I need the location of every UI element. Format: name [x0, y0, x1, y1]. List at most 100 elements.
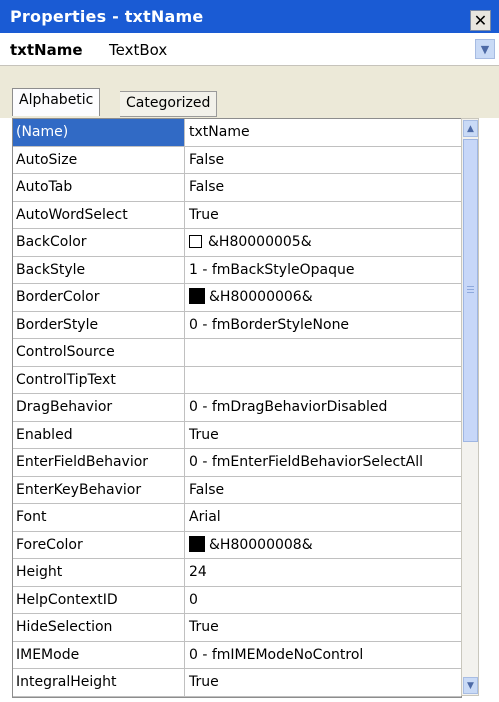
property-value[interactable]: 0: [185, 587, 461, 614]
property-row[interactable]: BackColor &H80000005&: [13, 229, 461, 257]
property-value-text: txtName: [189, 124, 250, 140]
property-name[interactable]: HideSelection: [13, 614, 185, 641]
property-value[interactable]: 0 - fmIMEModeNoControl: [185, 642, 461, 669]
property-row[interactable]: EnterKeyBehavior False: [13, 476, 461, 504]
tab-categorized[interactable]: Categorized: [120, 91, 218, 117]
property-value[interactable]: [185, 339, 461, 366]
property-row[interactable]: (Name) txtName: [13, 119, 461, 147]
property-row[interactable]: HelpContextID 0: [13, 586, 461, 614]
grip-icon: [467, 286, 474, 295]
property-row[interactable]: Height 24: [13, 559, 461, 587]
property-row[interactable]: BackStyle 1 - fmBackStyleOpaque: [13, 256, 461, 284]
color-swatch: [189, 535, 205, 552]
property-value-text: 0: [189, 591, 198, 608]
property-value-text: &H80000008&: [209, 536, 313, 553]
scroll-thumb[interactable]: [463, 139, 478, 442]
property-name[interactable]: EnterKeyBehavior: [13, 476, 185, 503]
property-value[interactable]: True: [185, 422, 461, 449]
property-name[interactable]: Font: [13, 504, 185, 531]
property-value[interactable]: &H80000006&: [185, 284, 461, 311]
property-value[interactable]: 1 - fmBackStyleOpaque: [185, 257, 461, 284]
property-value[interactable]: 0 - fmBorderStyleNone: [185, 312, 461, 339]
property-value-text: 0 - fmIMEModeNoControl: [189, 646, 364, 663]
property-row[interactable]: ControlTipText: [13, 366, 461, 394]
property-value[interactable]: True: [185, 669, 461, 696]
property-row[interactable]: EnterFieldBehavior 0 - fmEnterFieldBehavi…: [13, 449, 461, 477]
window-title: Properties - txtName: [10, 7, 204, 26]
property-value-text: True: [189, 206, 219, 223]
scroll-down-button[interactable]: ▼: [463, 677, 478, 694]
property-value[interactable]: False: [185, 477, 461, 504]
title-bar: Properties - txtName ✕: [0, 0, 499, 33]
property-name[interactable]: BorderStyle: [13, 311, 185, 338]
scroll-up-button[interactable]: ▲: [463, 120, 478, 137]
property-name[interactable]: AutoTab: [13, 174, 185, 201]
tab-alphabetic[interactable]: Alphabetic: [12, 88, 101, 116]
property-name[interactable]: BackStyle: [13, 256, 185, 283]
object-dropdown-button[interactable]: ▼: [475, 39, 495, 59]
property-name[interactable]: Enabled: [13, 421, 185, 448]
property-row[interactable]: BorderStyle 0 - fmBorderStyleNone: [13, 311, 461, 339]
property-name[interactable]: ForeColor: [13, 531, 185, 558]
property-row[interactable]: BorderColor &H80000006&: [13, 284, 461, 312]
arrow-down-icon: ▼: [467, 680, 474, 691]
chevron-down-icon: ▼: [480, 42, 490, 56]
property-value-text: Arial: [189, 509, 221, 525]
property-value[interactable]: [185, 367, 461, 394]
property-name[interactable]: ControlTipText: [13, 366, 185, 393]
property-name[interactable]: HelpContextID: [13, 586, 185, 613]
property-name[interactable]: AutoWordSelect: [13, 201, 185, 228]
property-name[interactable]: DragBehavior: [13, 394, 185, 421]
close-icon: ✕: [473, 11, 488, 30]
property-value[interactable]: 24: [185, 559, 461, 586]
property-row[interactable]: IMEMode 0 - fmIMEModeNoControl: [13, 641, 461, 669]
color-swatch: [189, 235, 202, 248]
property-row[interactable]: AutoWordSelect True: [13, 201, 461, 229]
property-row[interactable]: Enabled True: [13, 421, 461, 449]
property-value-text: 0 - fmDragBehaviorDisabled: [189, 399, 388, 415]
property-row[interactable]: ControlSource: [13, 339, 461, 367]
property-value-text: True: [189, 426, 219, 443]
property-name[interactable]: BackColor: [13, 229, 185, 256]
vertical-scrollbar[interactable]: ▲ ▼: [461, 118, 479, 696]
property-row[interactable]: DragBehavior 0 - fmDragBehaviorDisabled: [13, 394, 461, 422]
property-row[interactable]: IntegralHeight True: [13, 669, 461, 697]
property-name[interactable]: AutoSize: [13, 146, 185, 173]
property-value[interactable]: txtName: [185, 119, 461, 146]
property-row[interactable]: HideSelection True: [13, 614, 461, 642]
property-row[interactable]: AutoTab False: [13, 174, 461, 202]
property-value[interactable]: 0 - fmEnterFieldBehaviorSelectAll: [185, 449, 461, 476]
property-value[interactable]: False: [185, 147, 461, 174]
property-value-text: False: [189, 481, 225, 498]
property-name[interactable]: IntegralHeight: [13, 669, 185, 696]
property-value[interactable]: Arial: [185, 504, 461, 531]
arrow-up-icon: ▲: [467, 123, 474, 134]
property-name[interactable]: (Name): [13, 119, 185, 146]
property-value[interactable]: True: [185, 202, 461, 229]
property-value-text: 1 - fmBackStyleOpaque: [189, 261, 355, 278]
property-name[interactable]: Height: [13, 559, 185, 586]
property-value[interactable]: 0 - fmDragBehaviorDisabled: [185, 394, 461, 421]
property-grid: (Name) txtName AutoSize False AutoTab False Au…: [12, 118, 462, 698]
property-value[interactable]: True: [185, 614, 461, 641]
property-row[interactable]: Font Arial: [13, 504, 461, 532]
close-button[interactable]: ✕: [470, 10, 491, 31]
property-value-text: True: [189, 619, 219, 635]
property-value-text: False: [189, 179, 225, 195]
property-value-text: &H80000006&: [209, 289, 313, 305]
property-value-text: False: [189, 151, 225, 168]
property-name[interactable]: IMEMode: [13, 641, 185, 668]
color-swatch: [189, 288, 205, 304]
property-value-text: 0 - fmEnterFieldBehaviorSelectAll: [189, 454, 424, 470]
property-value-text: True: [189, 674, 219, 690]
property-name[interactable]: EnterFieldBehavior: [13, 449, 185, 476]
property-row[interactable]: AutoSize False: [13, 146, 461, 174]
property-row[interactable]: ForeColor &H80000008&: [13, 531, 461, 559]
property-value[interactable]: False: [185, 174, 461, 201]
property-value[interactable]: &H80000005&: [185, 229, 461, 256]
property-name[interactable]: ControlSource: [13, 339, 185, 366]
property-value[interactable]: &H80000008&: [185, 532, 461, 559]
object-selector[interactable]: txtName TextBox ▼: [0, 33, 499, 66]
property-name[interactable]: BorderColor: [13, 284, 185, 311]
object-type: TextBox: [109, 41, 168, 59]
